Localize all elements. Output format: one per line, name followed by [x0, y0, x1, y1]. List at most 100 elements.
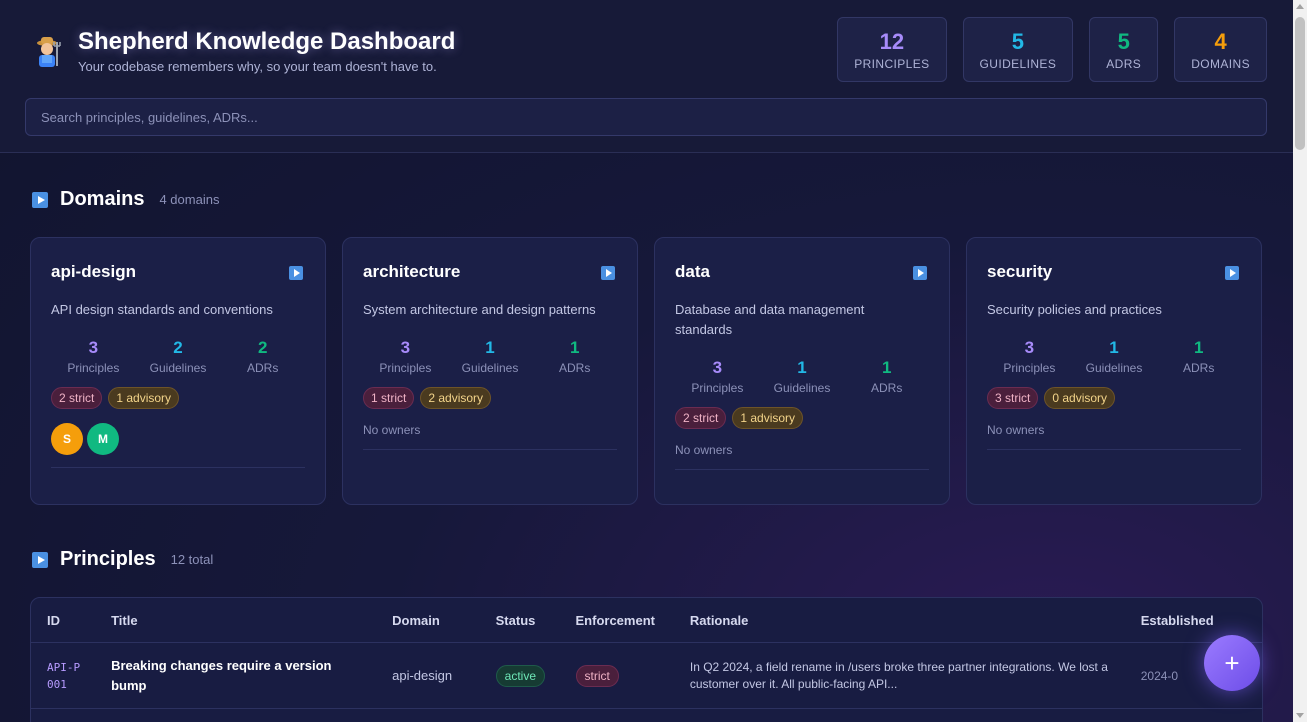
stat-value: 12 [879, 29, 905, 54]
domain-name: architecture [363, 262, 461, 281]
principle-domain: api-design [392, 668, 453, 683]
play-icon [32, 191, 48, 208]
guidelines-label: Guidelines [149, 361, 207, 375]
page-title: Shepherd Knowledge Dashboard [78, 28, 456, 55]
adrs-count: 2 [257, 338, 268, 357]
principle-rationale: In Q2 2024, a field rename in /users bro… [689, 659, 1108, 691]
advisory-badge: 2 advisory [420, 387, 492, 409]
domain-description: System architecture and design patterns [363, 302, 596, 317]
add-button[interactable]: + [1204, 635, 1260, 691]
adrs-count: 1 [569, 338, 580, 357]
strict-badge: 2 strict [675, 407, 727, 429]
play-icon [32, 551, 48, 568]
search-input[interactable] [25, 98, 1267, 136]
domain-card-architecture[interactable]: architecture System architecture and des… [342, 237, 638, 505]
divider [675, 469, 929, 470]
domain-stats: 3 Principles 2 Guidelines 2 ADRs [51, 338, 305, 375]
principles-count: 3 [712, 358, 723, 377]
adrs-label: ADRs [871, 381, 903, 395]
column-header-rationale[interactable]: Rationale [690, 613, 1124, 628]
column-header-title[interactable]: Title [111, 613, 392, 628]
domain-name: security [987, 262, 1053, 281]
section-count: 12 total [170, 552, 214, 567]
guidelines-label: Guidelines [461, 361, 519, 375]
stat-value: 5 [1117, 29, 1130, 54]
page-subtitle: Your codebase remembers why, so your tea… [78, 59, 437, 74]
strict-badge: 2 strict [51, 387, 103, 409]
divider [363, 449, 617, 450]
guidelines-count: 2 [173, 338, 183, 357]
status-badge: active [495, 665, 545, 687]
column-header-domain[interactable]: Domain [392, 613, 496, 628]
advisory-badge: 1 advisory [732, 407, 804, 429]
no-owners-text: No owners [675, 443, 733, 457]
column-header-status[interactable]: Status [496, 613, 576, 628]
stat-value: 5 [1011, 29, 1025, 54]
domain-name: api-design [51, 262, 137, 281]
scroll-up-arrow-icon[interactable] [1296, 4, 1304, 9]
domain-stats: 3 Principles 1 Guidelines 1 ADRs [987, 338, 1241, 375]
domain-description: API design standards and conventions [51, 302, 273, 317]
adrs-label: ADRs [1183, 361, 1215, 375]
divider [987, 449, 1241, 450]
scrollbar[interactable] [1293, 0, 1307, 722]
enforcement-badge: strict [575, 665, 619, 687]
avatar[interactable]: M [87, 423, 119, 455]
guidelines-count: 1 [485, 338, 495, 357]
guidelines-count: 1 [797, 358, 807, 377]
principles-count: 3 [88, 338, 99, 357]
scrollbar-thumb[interactable] [1295, 17, 1305, 150]
advisory-badge: 0 advisory [1044, 387, 1116, 409]
principle-title: Breaking changes require a version bump [111, 657, 332, 693]
table-row[interactable]: API-P001 Breaking changes require a vers… [31, 643, 1262, 709]
domain-name: data [675, 262, 710, 281]
strict-badge: 1 strict [363, 387, 415, 409]
column-header-enforcement[interactable]: Enforcement [576, 613, 690, 628]
brand: Shepherd Knowledge Dashboard Your codeba… [30, 28, 455, 74]
stat-label: PRINCIPLES [854, 57, 930, 71]
column-header-established[interactable]: Established [1124, 613, 1262, 628]
play-icon[interactable] [913, 266, 927, 280]
play-icon[interactable] [1225, 266, 1239, 280]
guidelines-count: 1 [1109, 338, 1119, 357]
column-header-id[interactable]: ID [31, 613, 111, 628]
domain-description: Security policies and practices [987, 302, 1162, 317]
stat-domains[interactable]: 4 DOMAINS [1174, 17, 1267, 82]
section-count: 4 domains [159, 192, 220, 207]
domain-stats: 3 Principles 1 Guidelines 1 ADRs [675, 358, 929, 395]
strict-badge: 3 strict [987, 387, 1039, 409]
no-owners-text: No owners [987, 423, 1045, 437]
stat-adrs[interactable]: 5 ADRS [1089, 17, 1159, 82]
domain-cards: api-design API design standards and conv… [30, 237, 1262, 505]
stat-principles[interactable]: 12 PRINCIPLES [837, 17, 947, 82]
guidelines-label: Guidelines [1085, 361, 1143, 375]
domain-card-security[interactable]: security Security policies and practices… [966, 237, 1262, 505]
adrs-count: 1 [1193, 338, 1204, 357]
principles-count: 3 [400, 338, 411, 357]
domain-card-data[interactable]: data Database and data management standa… [654, 237, 950, 505]
stat-value: 4 [1214, 29, 1227, 54]
avatar[interactable]: S [51, 423, 83, 455]
farmer-emoji-icon [37, 37, 61, 67]
principles-label: Principles [691, 381, 744, 395]
domain-card-api-design[interactable]: api-design API design standards and conv… [30, 237, 326, 505]
stat-label: ADRS [1106, 57, 1142, 71]
guidelines-label: Guidelines [773, 381, 831, 395]
stat-label: DOMAINS [1191, 57, 1250, 71]
principles-label: Principles [379, 361, 432, 375]
stat-label: GUIDELINES [979, 57, 1057, 71]
adrs-label: ADRs [559, 361, 591, 375]
advisory-badge: 1 advisory [108, 387, 180, 409]
domain-description: Database and data management standards [675, 302, 865, 337]
table-header: ID Title Domain Status Enforcement Ratio… [31, 598, 1262, 643]
summary-stats: 12 PRINCIPLES 5 GUIDELINES 5 ADRS 4 DOMA… [837, 17, 1267, 82]
section-title: Domains [60, 188, 145, 210]
domains-section-header: Domains 4 domains [32, 188, 219, 211]
stat-guidelines[interactable]: 5 GUIDELINES [962, 17, 1074, 82]
scroll-down-arrow-icon[interactable] [1296, 713, 1304, 718]
adrs-count: 1 [881, 358, 892, 377]
play-icon[interactable] [289, 266, 303, 280]
adrs-label: ADRs [247, 361, 279, 375]
no-owners-text: No owners [363, 423, 421, 437]
play-icon[interactable] [601, 266, 615, 280]
